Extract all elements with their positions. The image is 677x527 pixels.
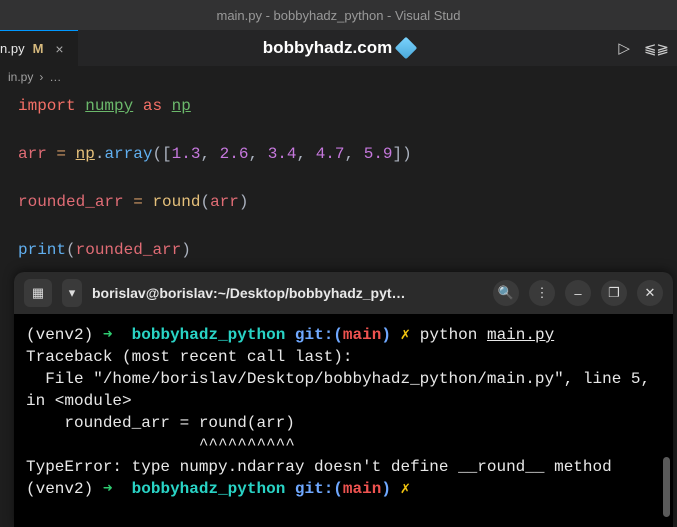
tab-modified-badge: M: [33, 41, 44, 56]
run-icon[interactable]: ▷: [618, 39, 630, 57]
code-line-6: [18, 214, 677, 238]
terminal-newtab-button[interactable]: ▦: [24, 279, 52, 307]
terminal-body[interactable]: (venv2) ➜ bobbyhadz_python git:(main) ✗ …: [14, 314, 673, 510]
terminal-maximize-button[interactable]: ❐: [601, 280, 627, 306]
cube-icon: [395, 37, 418, 60]
traceback-line: rounded_arr = round(arr): [26, 414, 295, 432]
code-line-4: [18, 166, 677, 190]
traceback-line: TypeError: type numpy.ndarray doesn't de…: [26, 458, 612, 476]
code-line-1: import numpy as np: [18, 94, 677, 118]
terminal-panel: ▦ ▾ borislav@borislav:~/Desktop/bobbyhad…: [14, 272, 673, 527]
traceback-line: Traceback (most recent call last):: [26, 348, 352, 366]
terminal-menu-button[interactable]: ⋮: [529, 280, 555, 306]
tab-filename: n.py: [0, 41, 25, 56]
split-editor-icon[interactable]: ⫹⫺: [644, 39, 669, 57]
window-title: main.py - bobbyhadz_python - Visual Stud: [216, 8, 460, 23]
tab-main-py[interactable]: n.py M ×: [0, 30, 78, 66]
brand-label: bobbyhadz.com: [0, 38, 677, 58]
terminal-close-button[interactable]: ✕: [637, 280, 663, 306]
traceback-line: File "/home/borislav/Desktop/bobbyhadz_p…: [26, 370, 660, 410]
code-line-2: [18, 118, 677, 142]
breadcrumb-separator: ›: [39, 70, 43, 84]
traceback-line: ^^^^^^^^^^: [26, 436, 295, 454]
code-line-7: print(rounded_arr): [18, 238, 677, 262]
terminal-scrollbar-thumb[interactable]: [663, 457, 670, 517]
breadcrumb-more: …: [49, 70, 61, 84]
code-line-5: rounded_arr = round(arr): [18, 190, 677, 214]
terminal-dropdown-button[interactable]: ▾: [62, 279, 82, 307]
terminal-header: ▦ ▾ borislav@borislav:~/Desktop/bobbyhad…: [14, 272, 673, 314]
terminal-search-button[interactable]: 🔍: [493, 280, 519, 306]
terminal-minimize-button[interactable]: –: [565, 280, 591, 306]
tab-close-icon[interactable]: ×: [51, 41, 67, 57]
breadcrumb-file: in.py: [8, 70, 33, 84]
window-titlebar: main.py - bobbyhadz_python - Visual Stud: [0, 0, 677, 30]
code-editor[interactable]: import numpy as np arr = np.array([1.3, …: [0, 88, 677, 274]
tab-bar: n.py M × bobbyhadz.com ▷ ⫹⫺: [0, 30, 677, 66]
brand-text: bobbyhadz.com: [263, 38, 392, 58]
breadcrumb[interactable]: in.py › …: [0, 66, 677, 88]
terminal-title: borislav@borislav:~/Desktop/bobbyhadz_py…: [92, 285, 483, 301]
code-line-3: arr = np.array([1.3, 2.6, 3.4, 4.7, 5.9]…: [18, 142, 677, 166]
